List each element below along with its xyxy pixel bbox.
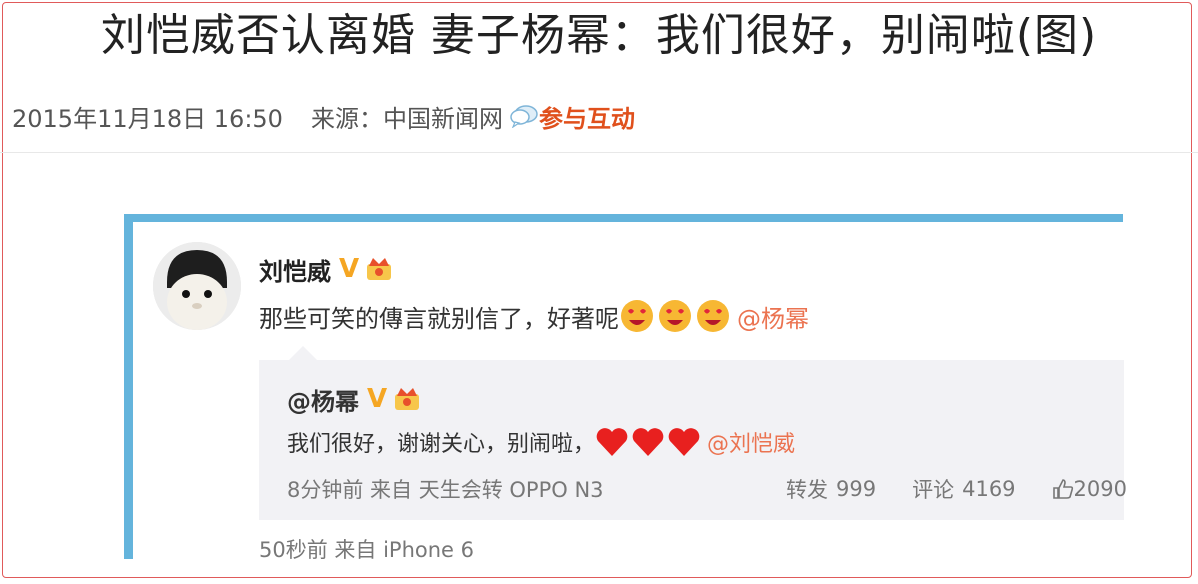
avatar[interactable] — [153, 242, 241, 330]
author-name[interactable]: 刘恺威 — [259, 252, 331, 287]
love-eyes-emoji-icon — [619, 298, 655, 334]
comment-label: 评论 — [912, 478, 955, 502]
comment-count: 4169 — [962, 477, 1016, 501]
article-headline: 刘恺威否认离婚 妻子杨幂：我们很好，别闹啦(图) — [100, 10, 1098, 61]
repost-author-name[interactable]: @杨幂 — [287, 382, 359, 417]
post-footer: 50秒前 来自 iPhone 6 — [259, 534, 474, 564]
post-meta: 50秒前 来自 iPhone 6 — [259, 538, 474, 562]
like-count: 2090 — [1073, 477, 1127, 501]
repost-body: 我们很好，谢谢关心，别闹啦， — [287, 432, 596, 457]
post-body: 那些可笑的傳言就别信了，好著呢 — [259, 304, 619, 333]
member-crown-icon — [393, 386, 421, 412]
repost-pointer — [289, 346, 317, 360]
mention-link[interactable]: @刘恺威 — [707, 426, 795, 458]
interact-link[interactable]: 参与互动 — [539, 99, 635, 134]
heart-icon — [631, 426, 665, 458]
repost-box: @杨幂 V 我们很好，谢谢关心，别闹啦， @刘恺威 8分钟前 来自 天生会转 O… — [259, 346, 1127, 520]
member-crown-icon — [365, 256, 393, 282]
weibo-author[interactable]: 刘恺威 V — [259, 252, 393, 286]
verified-icon: V — [339, 254, 360, 284]
love-eyes-emoji-icon — [695, 298, 731, 334]
repost-author[interactable]: @杨幂 V — [287, 382, 421, 416]
comment-count-button[interactable]: 评论 4169 — [912, 474, 1015, 504]
heart-icon — [595, 426, 629, 458]
repost-footer: 8分钟前 来自 天生会转 OPPO N3 转发 999 评论 4169 2090 — [287, 472, 1127, 506]
repost-label: 转发 — [786, 478, 828, 502]
heart-icon — [667, 426, 701, 458]
repost-meta: 8分钟前 来自 天生会转 OPPO N3 — [287, 478, 604, 502]
article-meta: 2015年11月18日 16:50 来源：中国新闻网 参与互动 — [12, 98, 635, 134]
header-divider — [0, 152, 1198, 153]
mention-link[interactable]: @杨幂 — [737, 299, 809, 334]
repost-count-button[interactable]: 转发 999 — [786, 474, 876, 504]
repost-text: 我们很好，谢谢关心，别闹啦， @刘恺威 — [287, 422, 795, 462]
thumbs-up-icon — [1052, 478, 1074, 500]
article-datetime: 2015年11月18日 16:50 — [12, 104, 283, 133]
weibo-post: 刘恺威 V 那些可笑的傳言就别信了，好著呢 @杨幂 @杨幂 V 我们很好，谢谢关… — [124, 214, 1127, 562]
weibo-text: 那些可笑的傳言就别信了，好著呢 @杨幂 — [259, 296, 809, 336]
love-eyes-emoji-icon — [657, 298, 693, 334]
like-count-button[interactable]: 2090 — [1052, 477, 1127, 501]
article-source: 来源：中国新闻网 — [310, 104, 503, 133]
verified-icon: V — [367, 384, 388, 414]
chat-bubble-icon[interactable] — [509, 104, 539, 129]
repost-count: 999 — [836, 477, 877, 501]
